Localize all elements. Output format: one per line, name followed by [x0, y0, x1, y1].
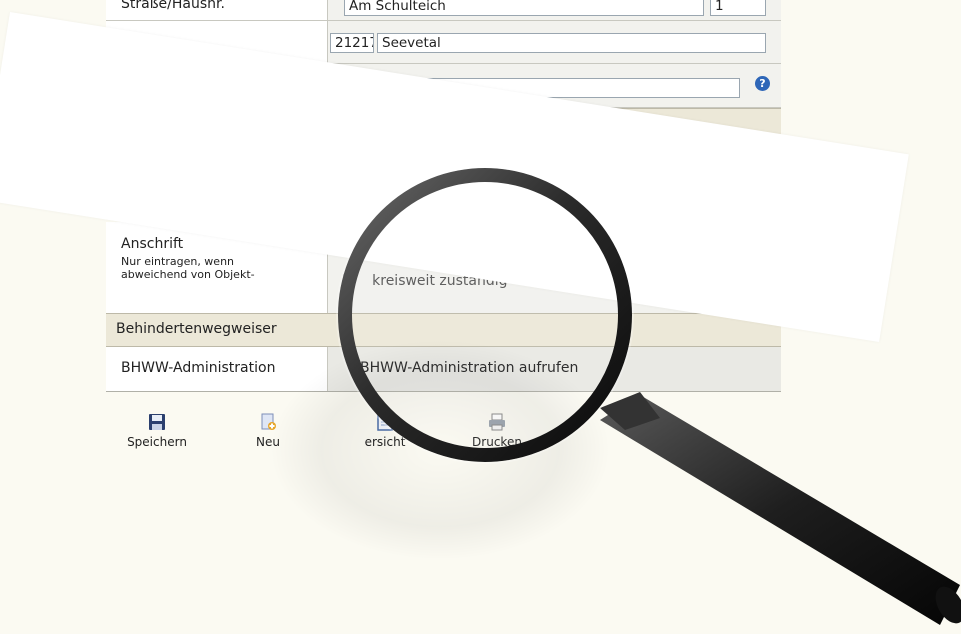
print-button[interactable]: Drucken	[457, 413, 537, 449]
printer-icon	[489, 413, 505, 431]
admin-label: BHWW-Administration	[121, 360, 276, 376]
address-note-line1: Nur eintragen, wenn	[121, 255, 235, 268]
overview-button[interactable]: ersicht	[345, 413, 425, 449]
help-icon[interactable]: ?	[755, 76, 770, 91]
save-label: Speichern	[127, 435, 187, 449]
street-value-cell: Am Schulteich 1	[328, 0, 781, 20]
admin-value-cell: BHWW-Administration aufrufen	[328, 347, 781, 391]
overview-label: ersicht	[364, 435, 406, 449]
city-value-cell: 21217 Seevetal	[328, 21, 781, 63]
street-input[interactable]: Am Schulteich	[344, 0, 704, 16]
admin-link[interactable]: BHWW-Administration aufrufen	[360, 360, 578, 376]
floppy-disk-icon	[149, 414, 165, 430]
admin-row: BHWW-Administration BHWW-Administration …	[106, 347, 781, 392]
address-note-line2: abweichend von Objekt-	[121, 268, 255, 281]
city-input[interactable]: Seevetal	[377, 33, 766, 53]
street-label: Straße/Hausnr.	[121, 0, 225, 12]
section-title: Behindertenwegweiser	[116, 321, 277, 337]
admin-label-cell: BHWW-Administration	[106, 347, 328, 391]
section-behindertenwegweiser: Behindertenwegweiser	[106, 313, 781, 347]
print-label: Drucken	[472, 435, 522, 449]
new-button[interactable]: Neu	[228, 413, 308, 449]
address-label: Anschrift	[121, 236, 184, 252]
street-label-cell: Straße/Hausnr.	[106, 0, 328, 20]
new-document-icon	[261, 413, 276, 430]
zip-input[interactable]: 21217	[330, 33, 374, 53]
new-label: Neu	[256, 435, 280, 449]
save-button[interactable]: Speichern	[117, 413, 197, 449]
overview-icon	[377, 413, 393, 431]
house-number-input[interactable]: 1	[710, 0, 766, 16]
street-row: Straße/Hausnr. Am Schulteich 1	[106, 0, 781, 21]
